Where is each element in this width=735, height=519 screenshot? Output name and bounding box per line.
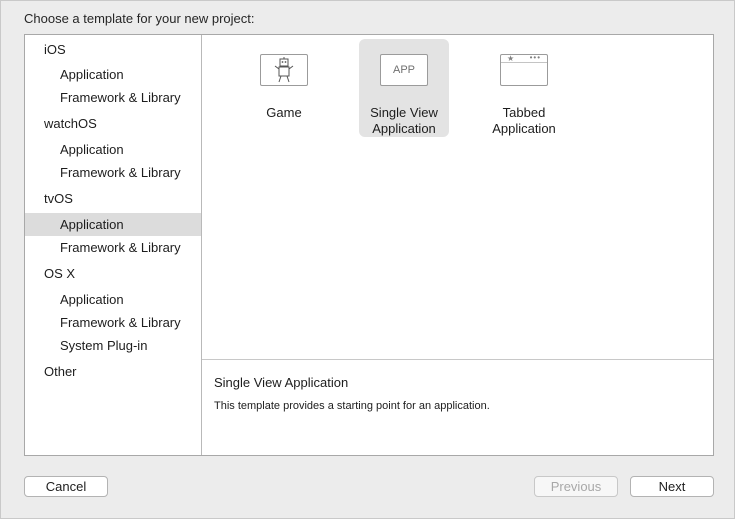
- template-chooser-panel: iOS Application Framework & Library watc…: [24, 34, 714, 456]
- sidebar-item-watchos-framework-library[interactable]: Framework & Library: [25, 161, 201, 184]
- sidebar-category-osx[interactable]: OS X: [25, 262, 201, 285]
- game-robot-icon: [260, 54, 308, 86]
- tabbed-app-icon: ★ •••: [500, 54, 548, 86]
- dialog-prompt: Choose a template for your new project:: [24, 11, 255, 26]
- description-title: Single View Application: [214, 375, 349, 390]
- sidebar-item-osx-system-plugin[interactable]: System Plug-in: [25, 334, 201, 357]
- description-text: This template provides a starting point …: [214, 400, 490, 412]
- sidebar-category-tvos[interactable]: tvOS: [25, 187, 201, 210]
- next-button[interactable]: Next: [630, 476, 714, 497]
- template-label-tabbed: Tabbed Application: [492, 105, 556, 136]
- platform-sidebar: iOS Application Framework & Library watc…: [25, 35, 202, 455]
- template-game[interactable]: Game: [239, 39, 329, 137]
- sidebar-item-ios-framework-library[interactable]: Framework & Library: [25, 86, 201, 109]
- template-label-single-view: Single View Application: [370, 105, 438, 136]
- sidebar-item-osx-application[interactable]: Application: [25, 288, 201, 311]
- sidebar-item-ios-application[interactable]: Application: [25, 63, 201, 86]
- template-description: Single View Application This template pr…: [202, 361, 713, 455]
- tab-bar-strip: ★ •••: [501, 53, 547, 63]
- app-icon-text: APP: [392, 64, 415, 76]
- app-icon: APP: [380, 54, 428, 86]
- sidebar-category-ios[interactable]: iOS: [25, 38, 201, 61]
- sidebar-item-watchos-application[interactable]: Application: [25, 138, 201, 161]
- star-icon: ★: [507, 54, 515, 63]
- template-label-game: Game: [266, 105, 302, 120]
- cancel-button[interactable]: Cancel: [24, 476, 108, 497]
- template-grid: Game APP Single View Application ★ ••• T…: [202, 35, 713, 360]
- sidebar-category-other[interactable]: Other: [25, 360, 201, 383]
- new-project-dialog: Choose a template for your new project: …: [0, 0, 735, 519]
- template-single-view-application[interactable]: APP Single View Application: [359, 39, 449, 137]
- template-content: Game APP Single View Application ★ ••• T…: [202, 35, 713, 455]
- sidebar-item-tvos-framework-library[interactable]: Framework & Library: [25, 236, 201, 259]
- dots-icon: •••: [529, 53, 541, 62]
- sidebar-category-watchos[interactable]: watchOS: [25, 112, 201, 135]
- previous-button[interactable]: Previous: [534, 476, 618, 497]
- template-tabbed-application[interactable]: ★ ••• Tabbed Application: [479, 39, 569, 137]
- sidebar-item-tvos-application[interactable]: Application: [25, 213, 201, 236]
- sidebar-item-osx-framework-library[interactable]: Framework & Library: [25, 311, 201, 334]
